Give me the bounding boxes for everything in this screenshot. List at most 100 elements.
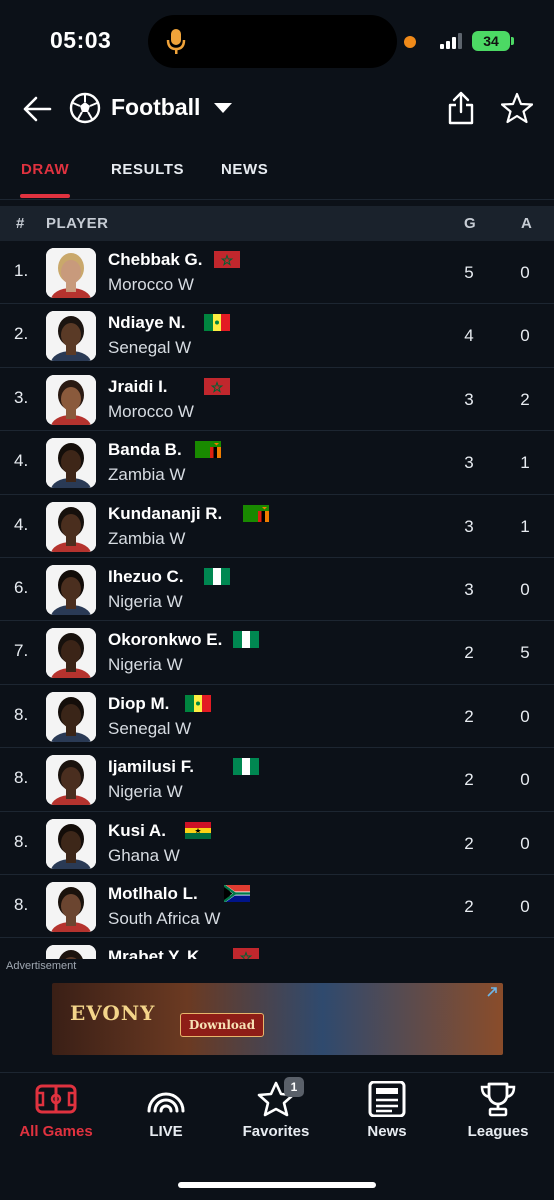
share-icon[interactable] [446, 90, 476, 126]
table-row[interactable]: 4. Banda B. Zambia W 3 1 [0, 431, 554, 495]
status-time: 05:03 [50, 27, 112, 53]
trophy-icon [480, 1082, 516, 1117]
table-row[interactable]: 8. Ijamilusi F. Nigeria W 2 0 [0, 748, 554, 812]
assists-value: 0 [520, 770, 530, 790]
signal-icon [440, 33, 462, 49]
goals-value: 3 [464, 579, 474, 599]
chevron-down-icon[interactable] [214, 103, 232, 113]
team-name: South Africa W [108, 908, 221, 928]
morocco-flag-icon [214, 251, 240, 268]
column-goals: G [464, 215, 477, 232]
football-icon[interactable] [69, 92, 101, 124]
table-row[interactable]: 8. Motlhalo L. South Africa W 2 0 [0, 875, 554, 939]
table-row[interactable]: 1. Chebbak G. Morocco W 5 0 [0, 241, 554, 305]
team-name: Nigeria W [108, 655, 183, 675]
newspaper-icon [368, 1081, 406, 1117]
row-rank: 8. [14, 704, 29, 724]
column-assists: A [521, 215, 533, 232]
dynamic-island [148, 15, 397, 68]
team-name: Morocco W [108, 275, 194, 294]
row-rank: 3. [14, 387, 29, 407]
assists-value: 1 [520, 516, 530, 536]
goals-value: 3 [464, 453, 474, 473]
player-avatar [46, 755, 96, 806]
goals-value: 3 [464, 516, 474, 536]
player-name: Ijamilusi F. [108, 757, 194, 777]
active-tab-indicator [20, 194, 70, 198]
table-row[interactable]: 8. Kusi A. Ghana W 2 0 [0, 812, 554, 875]
player-name: Banda B. [108, 440, 182, 460]
ad-info-icon[interactable] [485, 985, 499, 999]
table-row[interactable]: Mrabet Y. K. [0, 938, 554, 959]
assists-value: 0 [520, 833, 530, 853]
row-rank: 8. [14, 831, 29, 851]
player-avatar [46, 248, 96, 298]
ad-download-button[interactable]: Download [180, 1013, 264, 1037]
goals-value: 2 [464, 643, 474, 663]
nav-favorites[interactable]: 1 Favorites [221, 1077, 331, 1161]
morocco-flag-icon [233, 948, 260, 959]
player-name: Motlhalo L. [108, 883, 198, 903]
assists-value: 0 [520, 896, 530, 916]
team-name: Senegal W [108, 338, 192, 358]
nav-label-live: LIVE [149, 1123, 183, 1140]
tab-draw[interactable]: DRAW [21, 161, 69, 178]
battery-tip [511, 37, 514, 45]
player-name: Diop M. [108, 693, 170, 713]
player-avatar [46, 691, 96, 742]
app-header: Football [0, 84, 554, 134]
player-avatar [46, 501, 96, 552]
row-rank: 2. [14, 324, 29, 344]
nav-label-all-games: All Games [19, 1123, 93, 1140]
sport-title[interactable]: Football [111, 94, 200, 121]
favorite-star-icon[interactable] [501, 92, 533, 124]
player-avatar [46, 945, 96, 959]
table-row[interactable]: 4. Kundananji R. Zambia W 3 1 [0, 495, 554, 558]
team-name: Zambia W [108, 528, 186, 548]
advertisement-banner[interactable]: EVONY Download [52, 983, 503, 1055]
row-rank: 1. [14, 261, 29, 280]
player-name: Kusi A. [108, 820, 166, 840]
nigeria-flag-icon [204, 567, 231, 585]
player-name: Jraidi I. [108, 376, 168, 396]
tab-news[interactable]: NEWS [221, 161, 268, 178]
column-rank: # [16, 215, 25, 232]
nav-leagues[interactable]: Leagues [443, 1081, 553, 1161]
pitch-icon [35, 1084, 77, 1114]
nav-news[interactable]: News [332, 1081, 442, 1161]
table-row[interactable]: 7. Okoronkwo E. Nigeria W 2 5 [0, 621, 554, 685]
table-row[interactable]: 8. Diop M. Senegal W 2 0 [0, 685, 554, 749]
assists-value: 0 [520, 263, 530, 282]
tab-results[interactable]: RESULTS [111, 161, 184, 178]
player-name: Ndiaye N. [108, 313, 186, 333]
assists-value: 0 [520, 579, 530, 599]
nigeria-flag-icon [233, 631, 260, 649]
player-avatar [46, 628, 96, 679]
team-name: Senegal W [108, 718, 192, 738]
goals-value: 2 [464, 896, 474, 916]
nav-label-leagues: Leagues [467, 1123, 529, 1140]
row-rank: 8. [14, 768, 29, 788]
table-row[interactable]: 3. Jraidi I. Morocco W 3 2 [0, 368, 554, 432]
battery-level: 34 [483, 33, 499, 49]
team-name: Ghana W [108, 845, 180, 865]
goals-value: 4 [464, 326, 474, 346]
row-rank: 7. [14, 641, 29, 661]
table-row[interactable]: 2. Ndiaye N. Senegal W 4 0 [0, 304, 554, 368]
player-avatar [46, 881, 96, 932]
back-arrow-icon[interactable] [20, 92, 54, 126]
nav-live[interactable]: LIVE [111, 1081, 221, 1161]
player-name: Ihezuo C. [108, 566, 184, 586]
south-africa-flag-icon [223, 884, 250, 902]
senegal-flag-icon [204, 314, 231, 332]
advertisement-label: Advertisement [6, 960, 77, 972]
player-name: Kundananji R. [108, 503, 223, 523]
microphone-icon [166, 29, 186, 54]
nav-all-games[interactable]: All Games [1, 1081, 111, 1161]
goals-value: 2 [464, 770, 474, 790]
table-row[interactable]: 6. Ihezuo C. Nigeria W 3 0 [0, 558, 554, 622]
row-rank: 6. [14, 577, 29, 597]
tab-bar: DRAW RESULTS NEWS [0, 150, 554, 200]
scorers-list: 1. Chebbak G. Morocco W 5 0 2. Ndiaye N. Senega… [0, 241, 554, 959]
row-rank: 4. [14, 451, 29, 471]
